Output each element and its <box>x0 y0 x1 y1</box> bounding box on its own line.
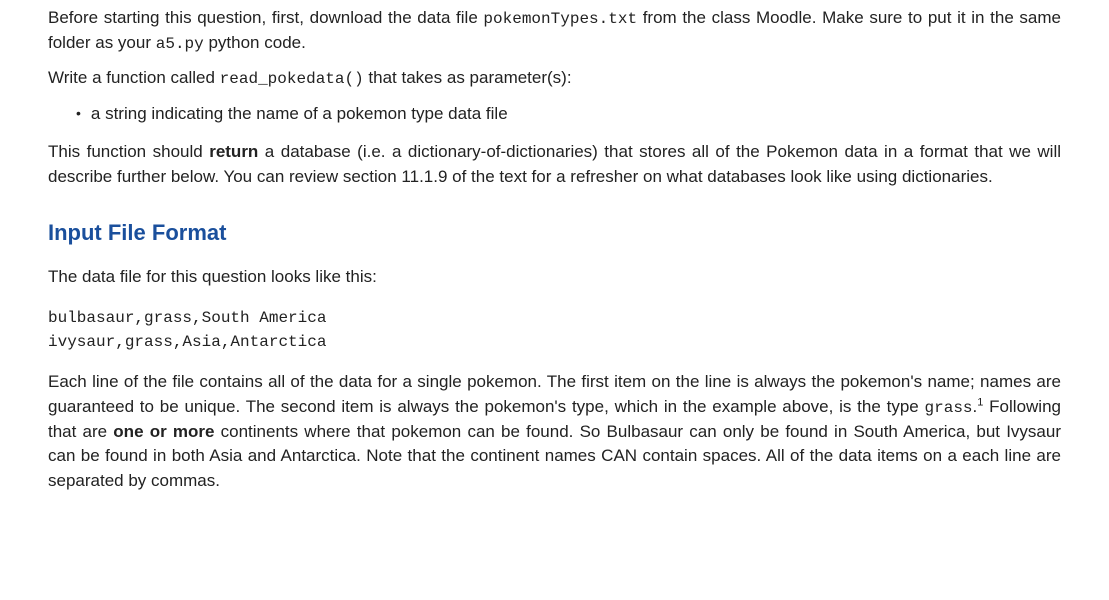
code-line: bulbasaur,grass,South America <box>48 306 1061 330</box>
code-line: ivysaur,grass,Asia,Antarctica <box>48 330 1061 354</box>
code-type-grass: grass <box>925 399 973 417</box>
text: Each line of the file contains all of th… <box>48 372 1061 416</box>
code-filename-pokemon: pokemonTypes.txt <box>483 10 637 28</box>
text: python code. <box>204 33 306 52</box>
intro-paragraph-3: This function should return a database (… <box>48 140 1061 189</box>
intro-paragraph-1: Before starting this question, first, do… <box>48 6 1061 56</box>
example-data-block: bulbasaur,grass,South America ivysaur,gr… <box>48 306 1061 354</box>
text: that takes as parameter(s): <box>364 68 572 87</box>
section-heading-input-format: Input File Format <box>48 217 1061 249</box>
text: This function should <box>48 142 209 161</box>
section-intro: The data file for this question looks li… <box>48 265 1061 290</box>
emphasis-return: return <box>209 142 258 161</box>
code-filename-a5: a5.py <box>156 35 204 53</box>
text: Write a function called <box>48 68 220 87</box>
bullet-text: a string indicating the name of a pokemo… <box>91 104 508 123</box>
intro-paragraph-2: Write a function called read_pokedata() … <box>48 66 1061 91</box>
parameter-list: a string indicating the name of a pokemo… <box>48 102 1061 127</box>
text: Before starting this question, first, do… <box>48 8 483 27</box>
emphasis-one-or-more: one or more <box>113 422 214 441</box>
code-function-name: read_pokedata() <box>220 70 364 88</box>
section-explanation: Each line of the file contains all of th… <box>48 370 1061 494</box>
parameter-item: a string indicating the name of a pokemo… <box>76 102 1061 127</box>
